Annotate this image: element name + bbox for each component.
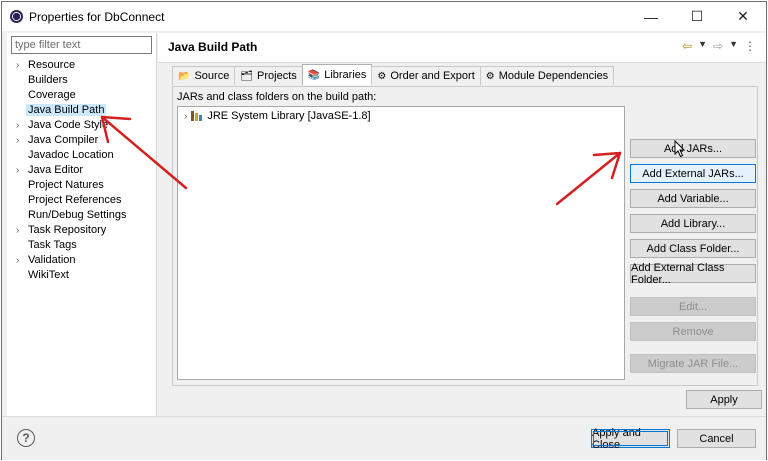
help-icon[interactable]: ?	[17, 429, 35, 447]
sidebar-item[interactable]: Project Natures	[7, 178, 157, 193]
sidebar-item[interactable]: › Resource	[7, 58, 157, 73]
expand-chevron-icon[interactable]: ›	[16, 58, 24, 73]
tab-label: Order and Export	[390, 70, 475, 82]
property-pages-panel: › Resource Builders Coverage Java Build Path…	[7, 33, 157, 416]
add-external-jars-button[interactable]: Add External JARs...	[630, 164, 756, 183]
add-class-folder-button[interactable]: Add Class Folder...	[630, 239, 756, 258]
property-page-content: Java Build Path ⇦ ▼ ⇨ ▼ ⋮ 📂 Source 🗂 Projec…	[158, 33, 766, 416]
tab-label: Libraries	[324, 69, 367, 81]
back-menu-chevron-icon[interactable]: ▼	[698, 39, 707, 53]
expand-chevron-icon[interactable]: ›	[16, 163, 24, 178]
sidebar-item[interactable]: Builders	[7, 73, 157, 88]
sidebar-item-label: Javadoc Location	[28, 149, 114, 161]
library-entry-label: JRE System Library [JavaSE-1.8]	[207, 110, 371, 122]
projects-icon: 🗂	[240, 70, 254, 82]
tab-module-dependencies[interactable]: ⚙ Module Dependencies	[479, 66, 615, 85]
page-header: Java Build Path ⇦ ▼ ⇨ ▼ ⋮	[158, 33, 766, 63]
tab-label: Source	[194, 70, 230, 82]
properties-dialog: Properties for DbConnect — ☐ ✕ › Resource…	[1, 1, 767, 460]
remove-button[interactable]: Remove	[630, 322, 756, 341]
sidebar-item-label: Resource	[28, 59, 76, 71]
tab-label: Module Dependencies	[498, 70, 609, 82]
sidebar-item-label: Coverage	[28, 89, 76, 101]
window-title: Properties for DbConnect	[29, 9, 165, 24]
sidebar-item-label: Project Natures	[28, 179, 104, 191]
sidebar-item-label: Java Editor	[28, 164, 84, 176]
sidebar-item-label: Task Tags	[28, 239, 77, 251]
filter-input[interactable]	[11, 36, 152, 54]
mouse-cursor-icon	[674, 140, 686, 158]
sidebar-item-label: Validation	[28, 254, 76, 266]
add-jars-button[interactable]: Add JARs...	[630, 139, 756, 158]
sidebar-item[interactable]: › Validation	[7, 253, 157, 268]
sidebar-item-label: Builders	[28, 74, 68, 86]
sidebar-item-label: Java Code Style	[28, 119, 109, 131]
back-arrow-icon[interactable]: ⇦	[682, 39, 692, 53]
sidebar-item-label: Run/Debug Settings	[28, 209, 127, 221]
apply-and-close-button[interactable]: Apply and Close	[591, 427, 670, 451]
sidebar-item[interactable]: Java Build Path	[7, 103, 157, 118]
expand-chevron-icon[interactable]: ›	[16, 118, 24, 133]
sidebar-item-label: Java Compiler	[28, 134, 99, 146]
dialog-footer: ? Apply and Close Cancel	[2, 416, 766, 460]
tab-source[interactable]: 📂 Source	[172, 66, 236, 85]
tab-label: Projects	[257, 70, 297, 82]
libraries-tab-body: JARs and class folders on the build path…	[172, 86, 758, 386]
expand-chevron-icon[interactable]: ›	[16, 133, 24, 148]
sidebar-item[interactable]: › Java Compiler	[7, 133, 157, 148]
sidebar-item[interactable]: Coverage	[7, 88, 157, 103]
tab-order-and-export[interactable]: ⚙ Order and Export	[371, 66, 481, 85]
libraries-tree[interactable]: › JRE System Library [JavaSE-1.8]	[177, 106, 625, 380]
expand-chevron-icon[interactable]: ›	[16, 253, 24, 268]
source-folder-icon: 📂	[178, 70, 191, 82]
module-icon: ⚙	[485, 70, 495, 82]
apply-button[interactable]: Apply	[686, 390, 762, 409]
sidebar-item-label: Task Repository	[28, 224, 107, 236]
sidebar-item[interactable]: Run/Debug Settings	[7, 208, 157, 223]
eclipse-icon	[10, 10, 23, 23]
libraries-icon: 📚	[307, 69, 321, 81]
sidebar-item[interactable]: › Task Repository	[7, 223, 157, 238]
cancel-button[interactable]: Cancel	[677, 429, 756, 448]
property-page-tree: › Resource Builders Coverage Java Build Path…	[7, 58, 157, 283]
sidebar-item-label: Project References	[28, 194, 122, 206]
libraries-description: JARs and class folders on the build path…	[177, 91, 377, 103]
add-external-class-folder-button[interactable]: Add External Class Folder...	[630, 262, 756, 286]
add-library-button[interactable]: Add Library...	[630, 214, 756, 233]
close-button[interactable]: ✕	[720, 2, 766, 31]
add-variable-button[interactable]: Add Variable...	[630, 189, 756, 208]
tab-libraries[interactable]: 📚 Libraries	[301, 64, 373, 85]
build-path-tabs: 📂 Source 🗂 Projects 📚 Libraries ⚙ Order and Exp…	[172, 64, 615, 86]
tab-projects[interactable]: 🗂 Projects	[234, 66, 303, 85]
sidebar-item[interactable]: WikiText	[7, 268, 157, 283]
order-export-icon: ⚙	[377, 70, 387, 82]
sidebar-item-label: WikiText	[28, 269, 69, 281]
sidebar-item[interactable]: Project References	[7, 193, 157, 208]
sidebar-item[interactable]: Task Tags	[7, 238, 157, 253]
library-entry[interactable]: › JRE System Library [JavaSE-1.8]	[184, 110, 371, 122]
expand-chevron-icon[interactable]: ›	[16, 223, 24, 238]
sidebar-item[interactable]: › Java Editor	[7, 163, 157, 178]
view-menu-icon[interactable]: ⋮	[744, 39, 756, 53]
title-bar: Properties for DbConnect — ☐ ✕	[2, 2, 766, 31]
edit-button[interactable]: Edit...	[630, 297, 756, 316]
maximize-button[interactable]: ☐	[674, 2, 720, 31]
migrate-jar-button[interactable]: Migrate JAR File...	[630, 354, 756, 373]
forward-menu-chevron-icon[interactable]: ▼	[729, 39, 738, 53]
minimize-button[interactable]: —	[628, 2, 674, 31]
sidebar-item[interactable]: Javadoc Location	[7, 148, 157, 163]
sidebar-item[interactable]: › Java Code Style	[7, 118, 157, 133]
expand-chevron-icon[interactable]: ›	[184, 111, 187, 122]
page-title: Java Build Path	[168, 40, 258, 54]
forward-arrow-icon[interactable]: ⇨	[713, 39, 723, 53]
sidebar-item-label: Java Build Path	[26, 104, 107, 116]
library-icon	[191, 111, 203, 121]
